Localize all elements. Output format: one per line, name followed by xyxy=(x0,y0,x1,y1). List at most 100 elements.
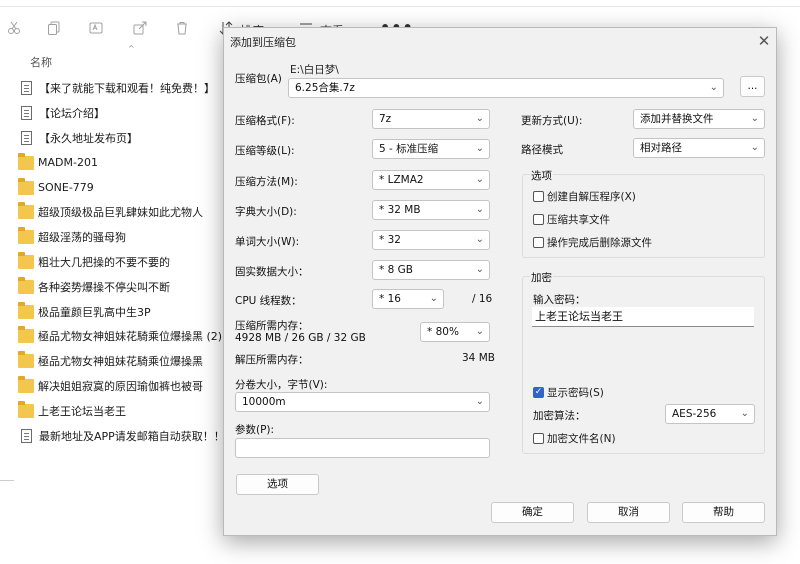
path-mode-select[interactable]: 相对路径 ⌄ xyxy=(633,138,765,158)
chevron-down-icon: ⌄ xyxy=(750,113,759,124)
dictionary-label: 字典大小(D): xyxy=(235,206,297,218)
chevron-down-icon: ⌄ xyxy=(475,113,484,124)
help-button[interactable]: 帮助 xyxy=(682,502,765,523)
file-row[interactable]: 粗壮大几把操的不要不要的 xyxy=(18,250,228,275)
solid-block-label: 固实数据大小： xyxy=(235,266,309,278)
dictionary-value: * 32 MB xyxy=(379,204,421,216)
file-row[interactable]: 各种姿势爆操不停尖叫不断 xyxy=(18,274,228,299)
encryption-method-select[interactable]: AES-256 ⌄ xyxy=(665,404,755,424)
file-row[interactable]: 極品尤物女神姐妹花騎乘位爆操黑 xyxy=(18,349,228,374)
add-to-archive-dialog: 添加到压缩包 ✕ 压缩包(A) E:\白日梦\ 6.25合集.7z ⌄ ... … xyxy=(223,27,777,536)
folder-icon xyxy=(18,351,34,369)
checkbox-box[interactable] xyxy=(533,433,544,444)
share-icon[interactable] xyxy=(130,18,150,38)
file-row[interactable]: MADM-201 xyxy=(18,150,228,175)
column-header-name[interactable]: 名称 xyxy=(30,54,52,70)
document-icon xyxy=(21,428,32,443)
options-button[interactable]: 选项 xyxy=(236,474,319,495)
archive-name-combobox[interactable]: 6.25合集.7z ⌄ xyxy=(288,78,724,98)
compress-memory-label: 压缩所需内存： xyxy=(235,320,309,332)
file-name: 極品尤物女神姐妹花騎乘位爆操黑 xyxy=(38,355,203,369)
create-sfx-checkbox[interactable]: 创建自解压程序(X) xyxy=(533,189,636,204)
file-name: 上老王论坛当老王 xyxy=(38,404,126,418)
file-name: 極品尤物女神姐妹花騎乘位爆操黑 (2) xyxy=(38,330,223,344)
level-select[interactable]: 5 - 标准压缩 ⌄ xyxy=(372,139,490,159)
decompress-memory-value: 34 MB xyxy=(462,352,495,364)
memory-usage-select[interactable]: * 80% ⌄ xyxy=(420,322,490,342)
cut-icon[interactable] xyxy=(4,18,24,38)
delete-after-checkbox[interactable]: 操作完成后删除源文件 xyxy=(533,235,652,250)
update-mode-select[interactable]: 添加并替换文件 ⌄ xyxy=(633,109,765,129)
solid-block-select[interactable]: * 8 GB ⌄ xyxy=(372,260,490,280)
create-sfx-label: 创建自解压程序(X) xyxy=(547,191,636,203)
cancel-button[interactable]: 取消 xyxy=(587,502,670,523)
cpu-threads-value: * 16 xyxy=(379,293,401,305)
encrypt-names-checkbox[interactable]: 加密文件名(N) xyxy=(533,431,616,446)
checkbox-box[interactable] xyxy=(533,214,544,225)
file-name: 粗壮大几把操的不要不要的 xyxy=(38,255,170,269)
split-volume-label: 分卷大小，字节(V): xyxy=(235,379,328,391)
file-row[interactable]: 解决姐姐寂寞的原因瑜伽裤也被哥 xyxy=(18,374,228,399)
delete-after-label: 操作完成后删除源文件 xyxy=(547,237,652,249)
path-mode-value: 相对路径 xyxy=(640,142,682,154)
method-value: * LZMA2 xyxy=(379,174,424,186)
chevron-down-icon[interactable]: ⌄ xyxy=(476,393,484,411)
folder-icon xyxy=(18,152,34,170)
checkmark-icon[interactable]: ✓ xyxy=(533,387,544,398)
show-password-label: 显示密码(S) xyxy=(547,387,604,399)
word-size-value: * 32 xyxy=(379,234,401,246)
file-name: 超级淫荡的骚母狗 xyxy=(38,231,126,245)
checkbox-box[interactable] xyxy=(533,191,544,202)
solid-block-value: * 8 GB xyxy=(379,264,413,276)
ok-button[interactable]: 确定 xyxy=(491,502,574,523)
method-select[interactable]: * LZMA2 ⌄ xyxy=(372,170,490,190)
file-name: SONE-779 xyxy=(38,181,94,195)
file-row[interactable]: 最新地址及APP请发邮箱自动获取！！！ xyxy=(18,423,228,448)
file-row[interactable]: 極品尤物女神姐妹花騎乘位爆操黑 (2) xyxy=(18,324,228,349)
close-icon[interactable]: ✕ xyxy=(754,31,774,51)
delete-icon[interactable] xyxy=(172,18,192,38)
dictionary-select[interactable]: * 32 MB ⌄ xyxy=(372,200,490,220)
file-row[interactable]: 【来了就能下载和观看！纯免费！】 xyxy=(18,76,228,101)
cpu-threads-select[interactable]: * 16 ⌄ xyxy=(372,289,444,309)
encryption-method-value: AES-256 xyxy=(672,408,717,420)
explorer-divider xyxy=(0,480,14,481)
password-input[interactable]: 上老王论坛当老王 xyxy=(532,307,754,327)
format-value: 7z xyxy=(379,113,392,125)
file-row[interactable]: 极品童颜巨乳高中生3P xyxy=(18,299,228,324)
word-size-select[interactable]: * 32 ⌄ xyxy=(372,230,490,250)
file-row[interactable]: 【永久地址发布页】 xyxy=(18,126,228,151)
copy-icon[interactable] xyxy=(44,18,64,38)
chevron-down-icon: ⌄ xyxy=(740,408,749,419)
folder-icon xyxy=(18,177,34,195)
split-volume-combobox[interactable]: 10000m ⌄ xyxy=(235,392,490,412)
file-row[interactable]: 上老王论坛当老王 xyxy=(18,398,228,423)
rename-icon[interactable] xyxy=(86,18,106,38)
chevron-down-icon: ⌄ xyxy=(475,174,484,185)
format-select[interactable]: 7z ⌄ xyxy=(372,109,490,129)
chevron-down-icon: ⌄ xyxy=(475,143,484,154)
chevron-down-icon[interactable]: ⌄ xyxy=(710,79,718,97)
file-row[interactable]: SONE-779 xyxy=(18,175,228,200)
file-name: 【论坛介绍】 xyxy=(39,107,105,121)
file-list: 【来了就能下载和观看！纯免费！】【论坛介绍】【永久地址发布页】 MADM-201 S… xyxy=(18,76,228,448)
checkbox-box[interactable] xyxy=(533,237,544,248)
chevron-down-icon: ⌄ xyxy=(475,204,484,215)
file-row[interactable]: 【论坛介绍】 xyxy=(18,101,228,126)
chevron-down-icon: ⌄ xyxy=(429,293,438,304)
file-row[interactable]: 超级顶级极品巨乳肆妹如此尤物人 xyxy=(18,200,228,225)
method-label: 压缩方法(M): xyxy=(235,176,298,188)
decompress-memory-label: 解压所需内存： xyxy=(235,354,309,366)
chevron-down-icon: ⌄ xyxy=(750,142,759,153)
parameters-input[interactable] xyxy=(235,438,490,458)
level-value: 5 - 标准压缩 xyxy=(379,143,439,155)
file-row[interactable]: 超级淫荡的骚母狗 xyxy=(18,225,228,250)
file-name: 【永久地址发布页】 xyxy=(39,131,138,145)
show-password-checkbox[interactable]: ✓ 显示密码(S) xyxy=(533,385,604,400)
file-name: MADM-201 xyxy=(38,156,98,170)
word-size-label: 单词大小(W): xyxy=(235,236,300,248)
explorer-top-divider xyxy=(0,6,800,7)
compress-shared-checkbox[interactable]: 压缩共享文件 xyxy=(533,212,610,227)
folder-icon xyxy=(18,276,34,294)
browse-button[interactable]: ... xyxy=(740,76,765,97)
